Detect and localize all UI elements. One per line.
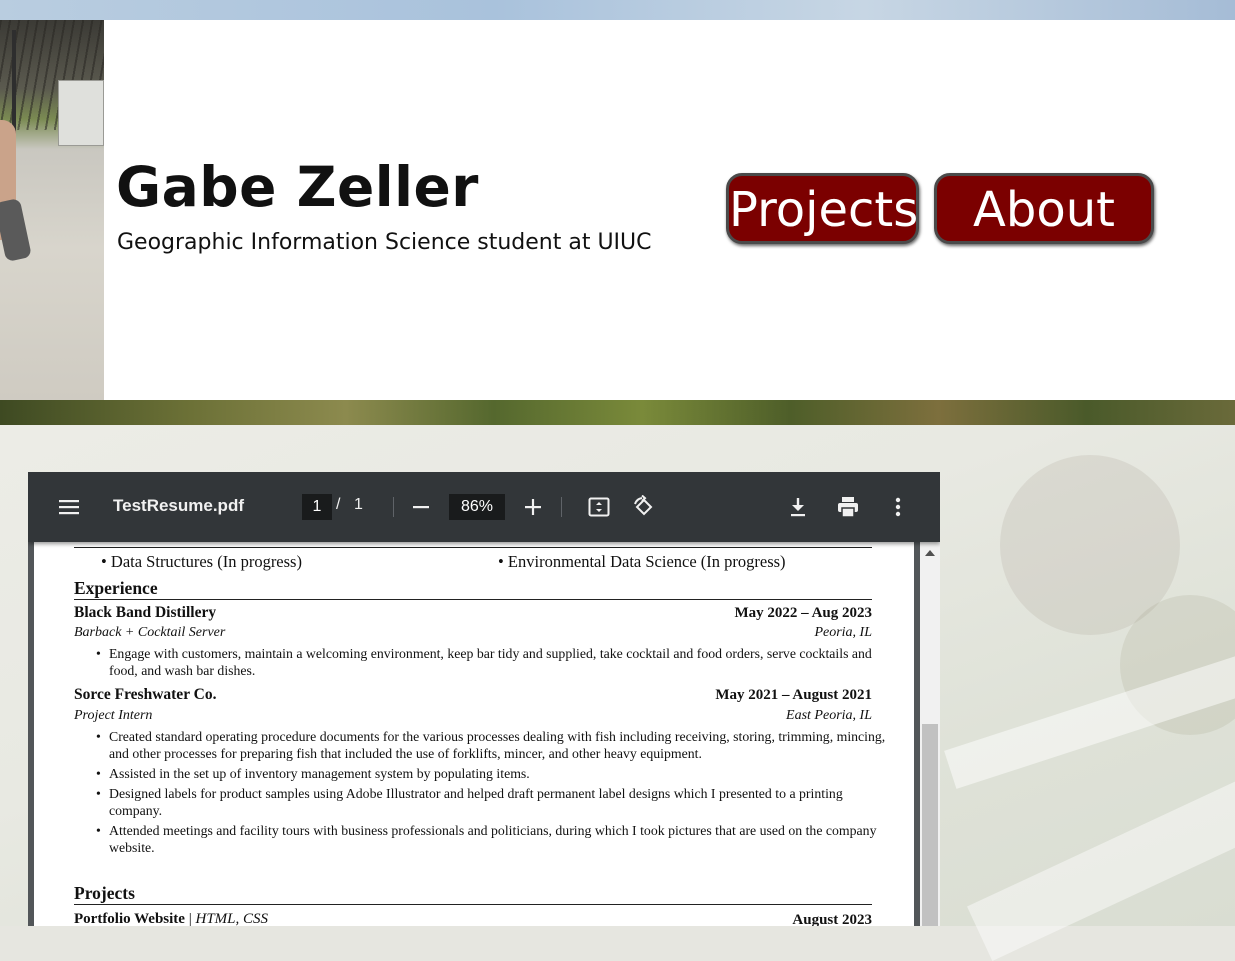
project-tech: HTML, CSS bbox=[195, 911, 269, 926]
job-bullet: Attended meetings and facility tours wit… bbox=[96, 822, 889, 856]
menu-icon[interactable] bbox=[58, 497, 80, 517]
project-name: Portfolio Website bbox=[74, 911, 185, 926]
zoom-out-icon[interactable] bbox=[411, 497, 431, 517]
job-bullet: Designed labels for product samples usin… bbox=[96, 785, 889, 819]
job-bullet: Created standard operating procedure doc… bbox=[96, 728, 889, 762]
job-role: Barback + Cocktail Server bbox=[74, 625, 226, 640]
job-dates: May 2022 – Aug 2023 bbox=[734, 605, 872, 621]
job-bullet: Engage with customers, maintain a welcom… bbox=[96, 645, 889, 679]
course-item: • Environmental Data Science (In progres… bbox=[498, 552, 786, 571]
more-vert-icon[interactable] bbox=[888, 496, 908, 518]
fit-page-icon[interactable] bbox=[588, 496, 610, 518]
projects-heading: Projects bbox=[74, 883, 135, 903]
pdf-viewer[interactable]: TestResume.pdf 1 / 1 86% • Data Structur… bbox=[28, 472, 940, 926]
job-org: Sorce Freshwater Co. bbox=[74, 686, 217, 703]
job-role: Project Intern bbox=[74, 708, 153, 723]
scroll-up-arrow-icon[interactable] bbox=[925, 550, 935, 556]
course-item: • Data Structures (In progress) bbox=[101, 552, 302, 571]
job-bullets: Engage with customers, maintain a welcom… bbox=[92, 645, 889, 682]
scroll-thumb[interactable] bbox=[922, 724, 938, 926]
toolbar-divider bbox=[393, 497, 394, 517]
section-rule bbox=[74, 547, 872, 548]
toolbar-divider bbox=[561, 497, 562, 517]
project-separator: | bbox=[188, 911, 192, 926]
job-location: East Peoria, IL bbox=[786, 708, 872, 723]
projects-button[interactable]: Projects bbox=[726, 173, 919, 244]
project-date: August 2023 bbox=[792, 912, 872, 926]
rotate-icon[interactable] bbox=[632, 495, 656, 519]
zoom-in-icon[interactable] bbox=[523, 497, 543, 517]
pdf-page: • Data Structures (In progress) • Enviro… bbox=[34, 542, 914, 926]
site-header: Gabe Zeller Geographic Information Scien… bbox=[104, 20, 1235, 400]
download-icon[interactable] bbox=[788, 496, 808, 518]
site-subtitle: Geographic Information Science student a… bbox=[117, 230, 652, 255]
pdf-scrollbar[interactable] bbox=[920, 542, 940, 926]
profile-photo bbox=[0, 20, 104, 400]
pdf-toolbar: TestResume.pdf 1 / 1 86% bbox=[28, 472, 940, 542]
project-title: Portfolio Website | HTML, CSS bbox=[74, 911, 268, 926]
section-rule bbox=[74, 599, 872, 600]
photo-skateboard bbox=[0, 197, 32, 263]
campus-photo-band bbox=[0, 400, 1235, 425]
job-bullets: Created standard operating procedure doc… bbox=[92, 728, 889, 859]
job-bullet: Assisted in the set up of inventory mana… bbox=[96, 765, 889, 782]
course-text: Data Structures (In progress) bbox=[110, 552, 302, 571]
background-sky bbox=[0, 0, 1235, 20]
job-location: Peoria, IL bbox=[814, 625, 872, 640]
page-total: 1 bbox=[354, 496, 363, 513]
section-rule bbox=[74, 904, 872, 905]
print-icon[interactable] bbox=[836, 496, 860, 518]
pdf-filename: TestResume.pdf bbox=[113, 496, 244, 515]
course-text: Environmental Data Science (In progress) bbox=[507, 552, 786, 571]
photo-kiosk bbox=[58, 80, 104, 146]
about-me-button[interactable]: About Me bbox=[934, 173, 1154, 306]
site-name: Gabe Zeller bbox=[116, 155, 479, 219]
job-org: Black Band Distillery bbox=[74, 604, 217, 621]
experience-heading: Experience bbox=[74, 578, 158, 598]
page-separator: / bbox=[336, 496, 341, 513]
job-dates: May 2021 – August 2021 bbox=[715, 687, 872, 703]
page-number-input[interactable]: 1 bbox=[302, 494, 332, 520]
zoom-level-input[interactable]: 86% bbox=[449, 494, 505, 520]
